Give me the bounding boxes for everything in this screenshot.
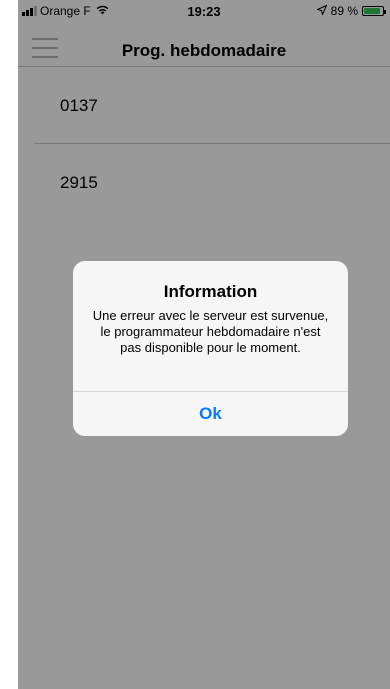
alert-title: Information — [163, 282, 258, 301]
app-screen: Orange F 19:23 89 % Prog. hebdomadaire 0… — [18, 0, 390, 689]
alert-dialog: Information Une erreur avec le serveur e… — [73, 261, 348, 436]
ok-button[interactable]: Ok — [73, 392, 348, 436]
alert-message: Une erreur avec le serveur est survenue,… — [92, 308, 329, 355]
